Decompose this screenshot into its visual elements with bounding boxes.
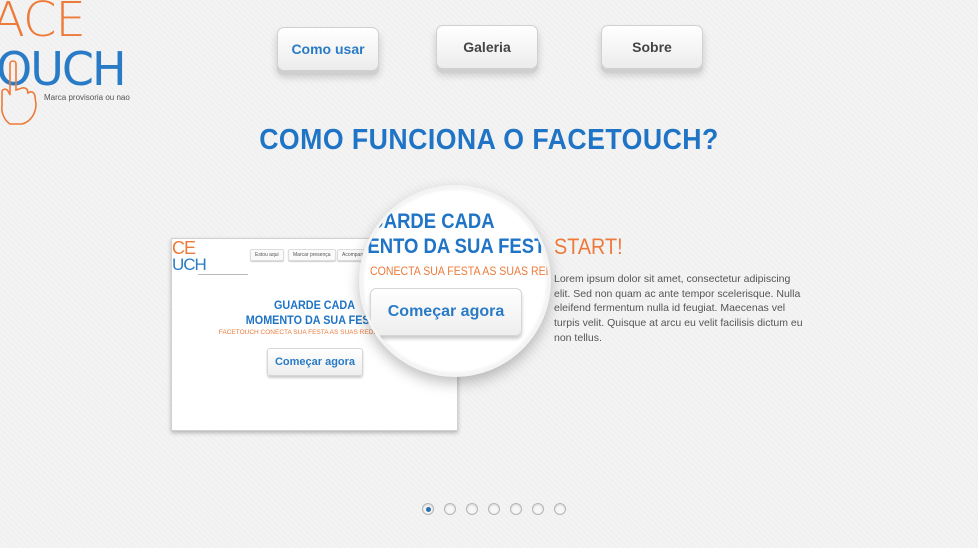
hand-pointer-icon — [1, 60, 37, 125]
magnified-headline-1: GUARDE CADA — [359, 210, 495, 233]
magnified-start-button: Começar agora — [370, 288, 522, 336]
logo-tagline: Marca provisoria ou nao — [44, 93, 130, 102]
slide-dot-5[interactable] — [510, 503, 522, 515]
slide-dot-6[interactable] — [532, 503, 544, 515]
slide-dot-7[interactable] — [554, 503, 566, 515]
preview-nav-item: Marcar presença — [288, 249, 336, 261]
preview-logo-uch: UCH — [172, 255, 207, 274]
magnifier-lens: GUARDE CADA MENTO DA SUA FESTA CONECTA S… — [359, 185, 551, 377]
nav-button-galeria[interactable]: Galeria — [436, 25, 538, 69]
start-title: START! — [554, 234, 623, 259]
slide-dot-4[interactable] — [488, 503, 500, 515]
slide-dot-1[interactable] — [422, 503, 434, 515]
facetouch-logo[interactable]: ACE OUCH Marca provisoria ou nao — [0, 0, 140, 130]
preview-start-button: Começar agora — [267, 348, 363, 376]
slide-dot-2[interactable] — [444, 503, 456, 515]
page-heading: COMO FUNCIONA O FACETOUCH? — [259, 124, 719, 156]
nav-button-sobre[interactable]: Sobre — [601, 25, 703, 69]
magnified-headline-2: MENTO DA SUA FESTA — [359, 235, 551, 258]
slide-pagination — [422, 503, 566, 517]
start-description: Lorem ipsum dolor sit amet, consectetur … — [554, 273, 803, 344]
nav-button-como-usar[interactable]: Como usar — [277, 27, 379, 71]
magnified-subtitle: CONECTA SUA FESTA AS SUAS REDES — [370, 264, 551, 278]
preview-nav-item: Estou aqui — [250, 249, 284, 261]
slide-dot-3[interactable] — [466, 503, 478, 515]
preview-logo-tagline-line — [198, 274, 248, 275]
logo-text-ace: ACE — [0, 0, 86, 48]
